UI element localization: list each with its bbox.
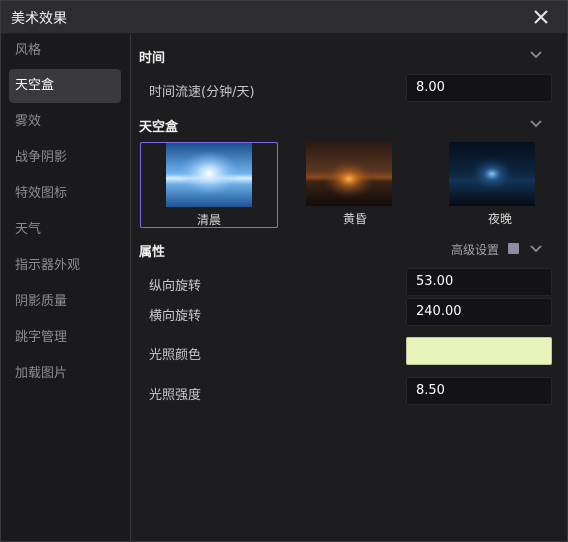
- vertical-rotation-input[interactable]: 53.00: [406, 268, 552, 296]
- light-color-label: 光照颜色: [149, 348, 202, 363]
- section-title-time: 时间: [139, 51, 166, 66]
- light-intensity-label: 光照强度: [149, 388, 202, 403]
- skybox-label-dusk: 黄昏: [342, 212, 367, 226]
- art-effects-dialog: 美术效果 风格 天空盒 雾效 战争阴影 特效图标 天气 指示器外观 阴影质量 跳…: [0, 0, 568, 542]
- morning-sky-thumbnail: [166, 143, 252, 207]
- sidebar-item-style[interactable]: 风格: [9, 34, 121, 68]
- advanced-settings-label: 高级设置: [451, 243, 500, 257]
- sidebar-item-shadow-quality[interactable]: 阴影质量: [9, 285, 121, 319]
- sidebar-item-loading-images[interactable]: 加载图片: [9, 357, 121, 391]
- vertical-rotation-label: 纵向旋转: [149, 279, 202, 294]
- skybox-option-night[interactable]: 夜晚: [431, 142, 567, 228]
- sidebar-item-effect-icons[interactable]: 特效图标: [9, 177, 121, 211]
- sidebar-item-war-shadow[interactable]: 战争阴影: [9, 141, 121, 175]
- horizontal-rotation-label: 横向旋转: [149, 309, 202, 324]
- chevron-down-icon[interactable]: [528, 240, 544, 256]
- chevron-down-icon[interactable]: [528, 46, 544, 62]
- dialog-title: 美术效果: [11, 11, 67, 27]
- dusk-sky-thumbnail: [306, 142, 392, 206]
- skybox-label-night: 夜晚: [487, 212, 512, 226]
- light-color-swatch[interactable]: [406, 337, 552, 365]
- title-bar: 美术效果: [1, 1, 567, 34]
- horizontal-rotation-input[interactable]: 240.00: [406, 298, 552, 326]
- section-title-skybox: 天空盒: [139, 120, 179, 135]
- light-intensity-input[interactable]: 8.50: [406, 377, 552, 405]
- time-flow-speed-label: 时间流速(分钟/天): [149, 85, 255, 100]
- section-title-properties: 属性: [139, 245, 166, 260]
- sidebar: 风格 天空盒 雾效 战争阴影 特效图标 天气 指示器外观 阴影质量 跳字管理 加…: [1, 34, 131, 541]
- settings-panel: 时间 时间流速(分钟/天) 8.00 天空盒 清晨 黄昏 夜晚 属性 高级设置 …: [131, 34, 567, 541]
- chevron-down-icon[interactable]: [528, 115, 544, 131]
- skybox-option-dusk[interactable]: 黄昏: [286, 142, 424, 228]
- sidebar-item-fog[interactable]: 雾效: [9, 105, 121, 139]
- sidebar-item-indicator-appearance[interactable]: 指示器外观: [9, 249, 121, 283]
- sidebar-item-floating-text[interactable]: 跳字管理: [9, 321, 121, 355]
- time-flow-speed-input[interactable]: 8.00: [406, 74, 552, 102]
- sidebar-item-weather[interactable]: 天气: [9, 213, 121, 247]
- sidebar-item-skybox[interactable]: 天空盒: [9, 69, 121, 103]
- skybox-option-morning[interactable]: 清晨: [140, 142, 278, 228]
- night-sky-thumbnail: [449, 142, 535, 206]
- close-icon[interactable]: [529, 5, 553, 29]
- advanced-settings-checkbox[interactable]: [508, 243, 519, 254]
- skybox-label-morning: 清晨: [196, 213, 221, 227]
